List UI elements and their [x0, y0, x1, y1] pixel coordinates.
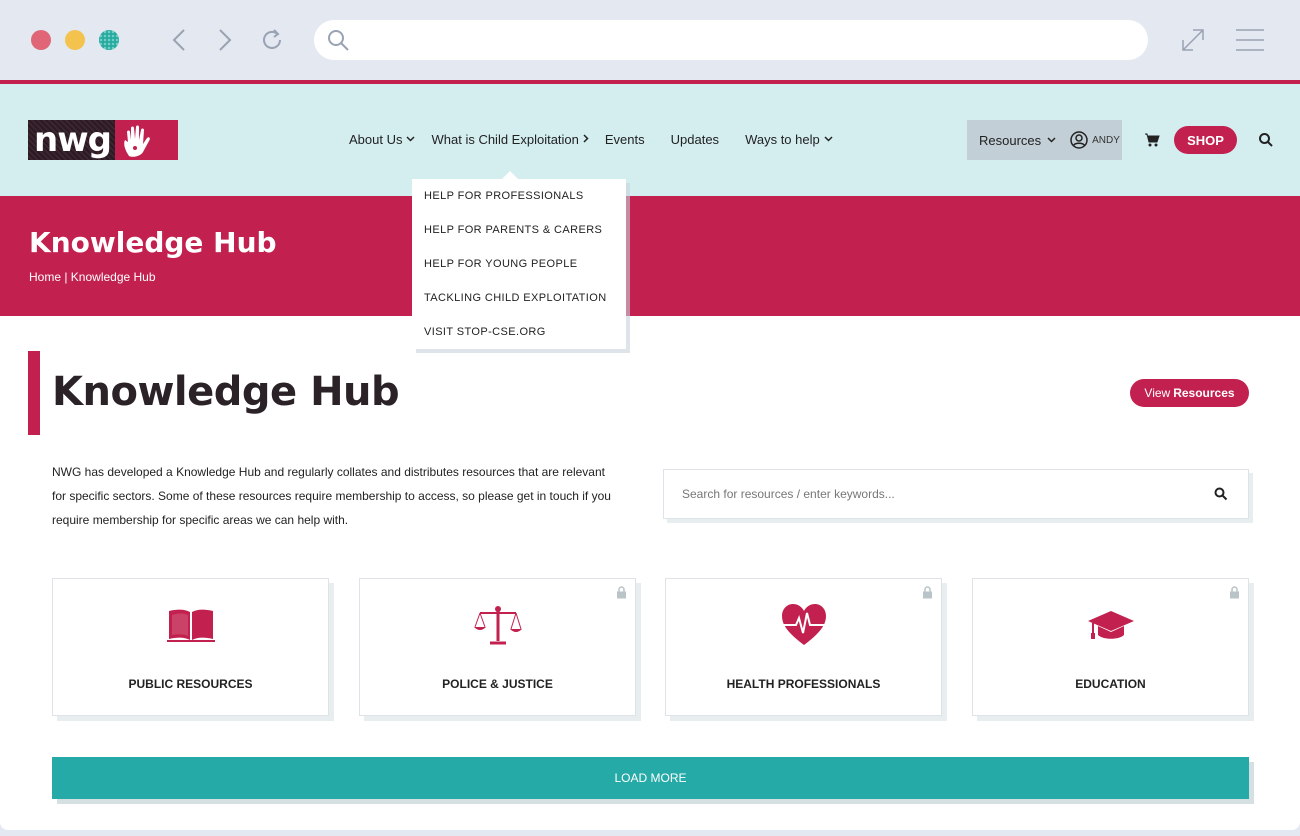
card-label: PUBLIC RESOURCES — [128, 677, 253, 691]
nav-about-us[interactable]: About Us — [349, 132, 416, 147]
resources-label: Resources — [979, 132, 1042, 148]
window-close-dot[interactable] — [31, 30, 51, 50]
nav-updates[interactable]: Updates — [671, 132, 719, 147]
browser-chrome — [0, 0, 1300, 80]
address-bar[interactable] — [314, 20, 1148, 60]
dropdown-item-tackling-child-exploitation[interactable]: TACKLING CHILD EXPLOITATION — [412, 281, 626, 315]
category-cards: PUBLIC RESOURCES POLICE & JUSTICE HEALTH… — [52, 578, 1249, 716]
card-health-professionals[interactable]: HEALTH PROFESSIONALS — [665, 578, 942, 716]
hand-icon — [115, 120, 159, 160]
logo-text: nwg — [28, 120, 115, 160]
intro-text: NWG has developed a Knowledge Hub and re… — [52, 465, 611, 527]
back-icon[interactable] — [164, 24, 196, 56]
user-circle-icon — [1070, 131, 1088, 149]
user-name: ANDY — [1092, 134, 1120, 146]
nav-what-is-child-exploitation-label: What is Child Exploitation — [431, 132, 579, 147]
card-public-resources[interactable]: PUBLIC RESOURCES — [52, 578, 329, 716]
chevron-right-icon — [583, 133, 589, 146]
dropdown-item-visit-stop-cse[interactable]: VISIT STOP-CSE.ORG — [412, 315, 626, 349]
search-icon[interactable] — [1258, 132, 1274, 148]
view-resources-button[interactable]: View Resources — [1130, 379, 1249, 407]
nav-ways-to-help[interactable]: Ways to help — [745, 132, 833, 147]
card-label: HEALTH PROFESSIONALS — [726, 677, 881, 691]
main-nav: About Us What is Child Exploitation Even… — [349, 132, 859, 147]
chevron-down-icon — [406, 134, 416, 145]
dropdown-item-help-parents-carers[interactable]: HELP FOR PARENTS & CARERS — [412, 213, 626, 247]
card-education[interactable]: EDUCATION — [972, 578, 1249, 716]
card-label: EDUCATION — [1075, 677, 1146, 691]
user-account[interactable]: ANDY — [1070, 131, 1120, 149]
resource-search — [663, 469, 1249, 519]
view-resources-bold: Resources — [1173, 386, 1235, 400]
load-more-button[interactable]: LOAD MORE — [52, 757, 1249, 799]
child-exploitation-dropdown: HELP FOR PROFESSIONALS HELP FOR PARENTS … — [412, 171, 626, 349]
nav-events-label: Events — [604, 132, 645, 147]
nav-about-us-label: About Us — [349, 132, 403, 147]
nav-what-is-child-exploitation[interactable]: What is Child Exploitation — [431, 132, 589, 147]
hero-banner: Knowledge Hub Home | Knowledge Hub — [0, 196, 1300, 316]
window-maximize-dot[interactable] — [99, 30, 119, 50]
view-resources-prefix: View — [1144, 386, 1171, 400]
dropdown-item-help-professionals[interactable]: HELP FOR PROFESSIONALS — [412, 179, 626, 213]
dropdown-item-help-young-people[interactable]: HELP FOR YOUNG PEOPLE — [412, 247, 626, 281]
menu-icon[interactable] — [1234, 24, 1266, 56]
page-title: Knowledge Hub — [52, 369, 400, 415]
resource-search-input[interactable] — [682, 470, 1182, 518]
hero-title: Knowledge Hub — [29, 226, 277, 259]
lock-icon — [617, 586, 626, 599]
book-icon — [53, 603, 328, 647]
expand-icon[interactable] — [1177, 24, 1209, 56]
reload-icon[interactable] — [256, 24, 288, 56]
lock-icon — [1230, 586, 1239, 599]
search-icon — [328, 30, 349, 51]
nav-ways-to-help-label: Ways to help — [745, 132, 820, 147]
lock-icon — [923, 586, 932, 599]
nav-events[interactable]: Events — [605, 132, 645, 147]
heartbeat-icon — [666, 603, 941, 647]
page-viewport: nwg About Us What is Child Exploitation — [0, 80, 1300, 830]
forward-icon[interactable] — [208, 24, 240, 56]
chevron-down-icon — [1047, 135, 1056, 146]
graduation-cap-icon — [973, 603, 1248, 647]
window-minimize-dot[interactable] — [65, 30, 85, 50]
site-header: nwg About Us What is Child Exploitation — [0, 84, 1300, 196]
nav-updates-label: Updates — [670, 132, 720, 147]
chevron-down-icon — [824, 134, 833, 145]
card-police-justice[interactable]: POLICE & JUSTICE — [359, 578, 636, 716]
shop-button[interactable]: SHOP — [1174, 126, 1237, 154]
search-icon[interactable] — [1214, 487, 1228, 501]
breadcrumb[interactable]: Home | Knowledge Hub — [29, 270, 156, 284]
title-accent-bar — [28, 351, 40, 435]
cart-icon[interactable] — [1144, 132, 1160, 148]
nwg-logo[interactable]: nwg — [28, 120, 178, 160]
resources-menu[interactable]: Resources ANDY — [967, 120, 1122, 160]
card-label: POLICE & JUSTICE — [442, 677, 553, 691]
scales-icon — [360, 603, 635, 647]
